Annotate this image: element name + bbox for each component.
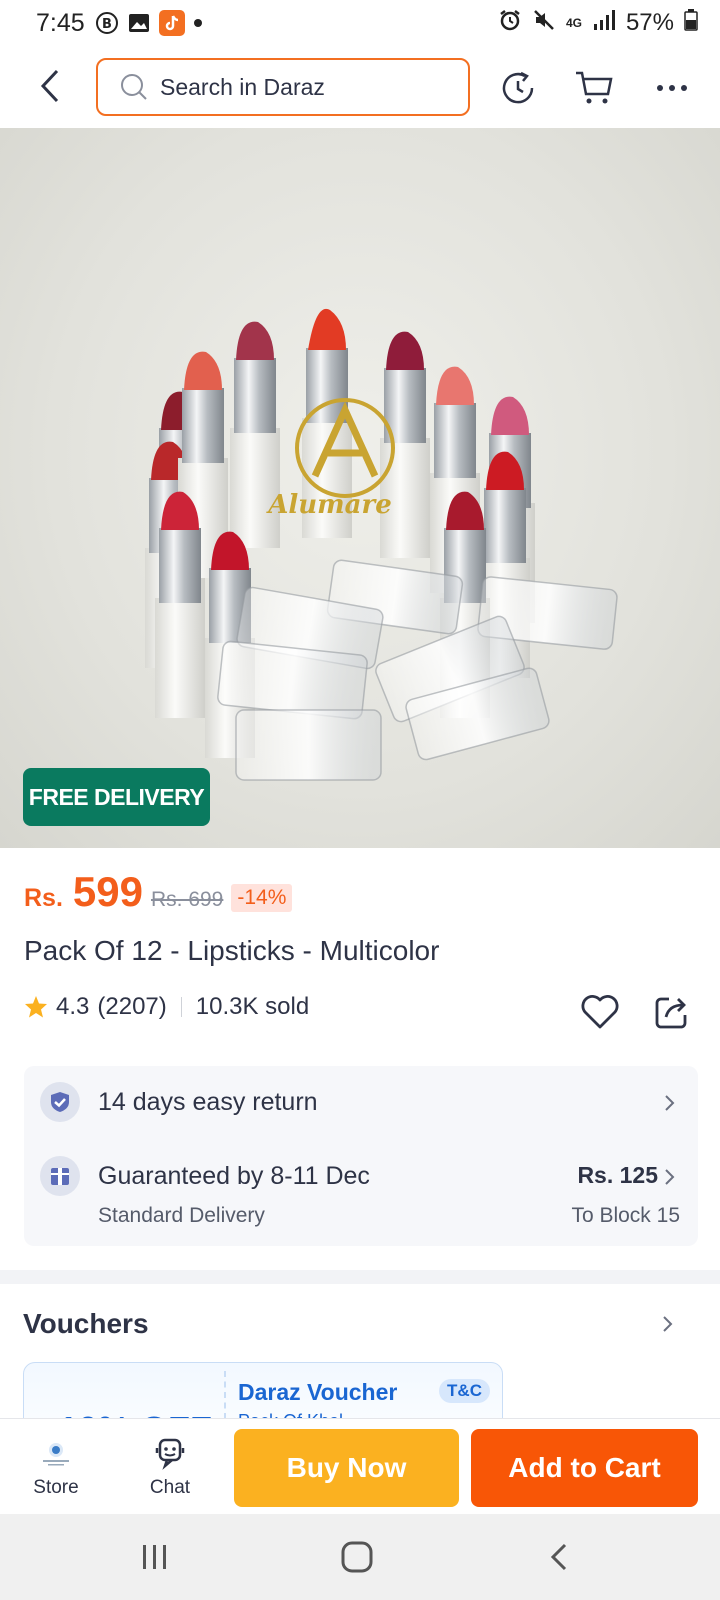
search-placeholder: Search in Daraz [160,73,325,100]
refresh-arrow-icon [502,71,534,104]
store-button[interactable]: Store [16,1433,96,1499]
share-history-button[interactable] [496,66,540,110]
mute-icon [532,8,556,39]
delivery-price: Rs. 125 [577,1162,658,1188]
cart-icon [576,71,613,104]
delivery-chevron-icon [660,1167,680,1187]
battery-percent: 57% [625,9,674,36]
more-dots-icon [657,85,687,91]
more-button[interactable] [650,66,694,110]
back-button[interactable] [30,66,70,106]
discount-badge: -14% [231,884,293,912]
bottom-action-bar: Store Chat Buy Now Add to Cart [0,1418,720,1514]
return-row[interactable]: 14 days easy return [40,1082,318,1122]
chat-label: Chat [149,1477,191,1498]
delivery-row[interactable]: Guaranteed by 8-11 Dec [40,1156,370,1196]
system-back-icon [550,1543,567,1571]
top-nav: Search in Daraz [0,56,720,118]
rating-count: (2207) [97,993,167,1020]
recent-apps-button[interactable] [125,1534,185,1580]
shield-check-icon [40,1082,80,1122]
search-input[interactable]: Search in Daraz [96,58,470,116]
alarm-icon [498,8,522,39]
tiktok-notification-icon [158,10,185,36]
wishlist-button[interactable] [578,990,622,1034]
price-value: 599 [72,868,143,915]
vouchers-title: Vouchers [23,1308,149,1339]
product-title: Pack Of 12 - Lipsticks - Multicolor [24,935,440,966]
share-button[interactable] [650,990,694,1034]
section-divider [0,1270,720,1284]
price-currency: Rs. [24,884,63,912]
buy-now-button[interactable]: Buy Now [234,1429,459,1507]
store-logo-icon [16,1433,96,1473]
add-to-cart-button[interactable]: Add to Cart [471,1429,698,1507]
status-time: 7:45 [36,8,85,37]
heart-icon [581,995,619,1029]
return-chevron-icon [660,1093,680,1113]
search-icon [121,74,147,100]
recent-apps-icon [143,1545,166,1569]
home-button[interactable] [327,1534,387,1580]
signal-icon [592,9,616,38]
delivery-label: Guaranteed by 8-11 Dec [98,1161,370,1190]
back-arrow-icon [40,69,59,103]
svg-text:B: B [102,17,112,32]
return-label: 14 days easy return [98,1087,318,1116]
divider [180,997,182,1017]
cart-button[interactable] [572,66,616,110]
logo-text: Alumare [265,490,392,520]
system-back-button[interactable] [529,1534,589,1580]
star-icon [25,996,47,1018]
battery-icon [684,8,698,38]
service-card: 14 days easy return Guaranteed by 8-11 D… [24,1066,698,1246]
original-price: Rs. 699 [150,888,224,911]
free-delivery-badge: FREE DELIVERY [23,768,210,826]
b-notification-icon: B [95,11,119,35]
gallery-notification-icon [127,11,151,35]
product-image[interactable]: Alumare FREE DELIVERY [0,128,720,848]
delivery-box-icon [40,1156,80,1196]
delivery-type: Standard Delivery [98,1204,265,1227]
share-icon [655,997,687,1029]
voucher-name: Daraz Voucher [238,1379,398,1405]
rating-value: 4.3 [56,993,90,1020]
sold-count: 10.3K sold [195,993,310,1020]
network-label: 4G [565,16,582,30]
dot-icon [193,18,203,28]
home-icon [341,1541,373,1573]
status-bar: 7:45 B 4G 57% [0,0,720,46]
vouchers-chevron-icon[interactable] [656,1312,680,1336]
voucher-tc-badge[interactable]: T&C [439,1379,490,1403]
lipsticks-illustration: Alumare [145,308,618,781]
android-nav-bar [0,1514,720,1600]
store-label: Store [33,1477,79,1498]
chat-button[interactable]: Chat [130,1433,210,1499]
delivery-destination[interactable]: To Block 15 [571,1204,680,1228]
chat-icon [130,1433,210,1473]
price-row: Rs. 599 Rs. 699 -14% [24,868,293,916]
rating-row[interactable]: 4.3 (2207) 10.3K sold [24,993,309,1021]
